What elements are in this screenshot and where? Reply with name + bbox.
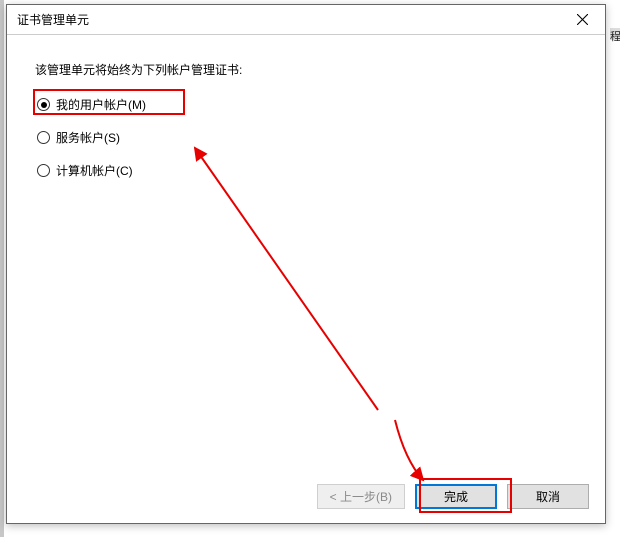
instruction-text: 该管理单元将始终为下列帐户管理证书: — [35, 61, 577, 78]
cancel-button[interactable]: 取消 — [507, 484, 589, 509]
back-button: < 上一步(B) — [317, 484, 405, 509]
window-title: 证书管理单元 — [17, 11, 89, 28]
account-radio-group: 我的用户帐户(M) 服务帐户(S) 计算机帐户(C) — [35, 96, 577, 179]
radio-icon — [37, 164, 50, 177]
dialog-content: 该管理单元将始终为下列帐户管理证书: 我的用户帐户(M) 服务帐户(S) 计算机… — [7, 35, 605, 205]
close-icon — [577, 14, 588, 25]
radio-label-service: 服务帐户(S) — [56, 129, 120, 146]
radio-service-account[interactable]: 服务帐户(S) — [37, 129, 577, 146]
radio-label-user: 我的用户帐户(M) — [56, 96, 146, 113]
dialog-window: 证书管理单元 该管理单元将始终为下列帐户管理证书: 我的用户帐户(M) 服务帐户… — [6, 4, 606, 524]
radio-my-user-account[interactable]: 我的用户帐户(M) — [37, 96, 577, 113]
radio-label-computer: 计算机帐户(C) — [56, 162, 133, 179]
radio-icon — [37, 98, 50, 111]
button-row: < 上一步(B) 完成 取消 — [317, 484, 589, 509]
titlebar: 证书管理单元 — [7, 5, 605, 35]
close-button[interactable] — [560, 5, 605, 35]
window-edge-left — [0, 0, 4, 537]
radio-computer-account[interactable]: 计算机帐户(C) — [37, 162, 577, 179]
radio-icon — [37, 131, 50, 144]
finish-button[interactable]: 完成 — [415, 484, 497, 509]
background-fragment: 程 — [610, 28, 620, 40]
